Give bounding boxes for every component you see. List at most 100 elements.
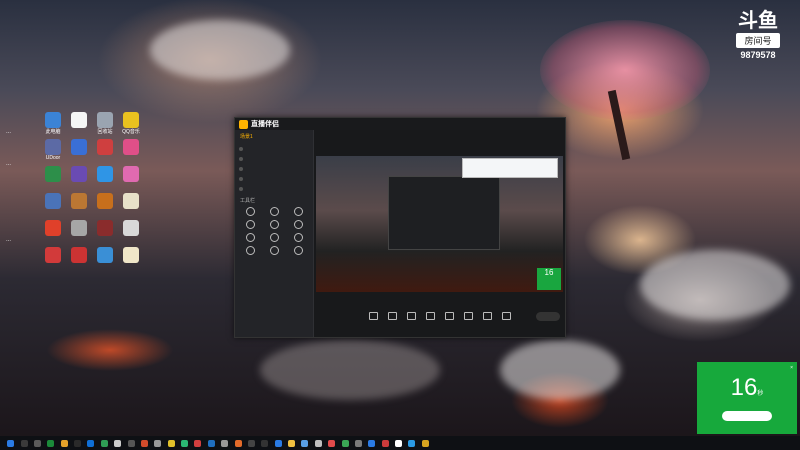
taskbar-app-icon[interactable] <box>167 439 175 447</box>
taskbar-app-icon[interactable] <box>247 439 255 447</box>
desktop-app-icon[interactable] <box>94 166 116 182</box>
scene-visibility-icon[interactable] <box>239 187 243 191</box>
scene-visibility-icon[interactable] <box>239 147 243 151</box>
desktop-app-icon[interactable] <box>42 193 64 209</box>
tool-item[interactable] <box>286 220 310 230</box>
toolbar-button[interactable] <box>368 311 378 321</box>
taskbar-app-icon[interactable] <box>368 439 376 447</box>
taskbar-app-icon[interactable] <box>381 439 389 447</box>
toolbar-button[interactable] <box>406 311 416 321</box>
app-icon-glyph <box>123 247 139 263</box>
tool-item[interactable] <box>286 207 310 217</box>
desktop-app-icon[interactable] <box>68 220 90 236</box>
taskbar-app-icon[interactable] <box>154 439 162 447</box>
taskbar-app-icon[interactable] <box>20 439 28 447</box>
taskbar-app-icon[interactable] <box>7 439 15 447</box>
toolbar-button[interactable] <box>463 311 473 321</box>
desktop-app-icon[interactable] <box>120 247 142 263</box>
tool-item[interactable] <box>262 220 286 230</box>
taskbar-app-icon[interactable] <box>341 439 349 447</box>
toolbar-button[interactable] <box>425 311 435 321</box>
desktop-app-icon[interactable] <box>68 139 90 155</box>
desktop-app-icon[interactable]: 回收站 <box>94 112 116 135</box>
taskbar-app-icon[interactable] <box>314 439 322 447</box>
scene-item[interactable] <box>239 145 309 153</box>
desktop-app-icon[interactable] <box>120 220 142 236</box>
tool-item[interactable] <box>262 233 286 243</box>
taskbar-app-icon[interactable] <box>127 439 135 447</box>
desktop-app-icon[interactable]: UDoor <box>42 139 64 161</box>
toolbar-button[interactable] <box>501 311 511 321</box>
toolbar-button[interactable] <box>482 311 492 321</box>
scene-item[interactable] <box>239 175 309 183</box>
taskbar-app-icon[interactable] <box>221 439 229 447</box>
taskbar-app-icon[interactable] <box>288 439 296 447</box>
taskbar-app-icon[interactable] <box>261 439 269 447</box>
tab-scene-1[interactable]: 场景1 <box>240 133 253 140</box>
scene-item[interactable] <box>239 165 309 173</box>
streaming-app-window[interactable]: 直播伴侣 场景1 工具栏 16 <box>234 117 566 338</box>
desktop-app-icon[interactable] <box>68 166 90 182</box>
taskbar-app-icon[interactable] <box>274 439 282 447</box>
go-live-button[interactable] <box>536 312 560 321</box>
desktop-app-icon[interactable] <box>94 139 116 155</box>
toolbar-button[interactable] <box>387 311 397 321</box>
taskbar-app-icon[interactable] <box>114 439 122 447</box>
app-titlebar[interactable]: 直播伴侣 <box>235 118 565 130</box>
tool-item[interactable] <box>286 233 310 243</box>
taskbar-app-icon[interactable] <box>408 439 416 447</box>
tools-grid <box>235 207 313 256</box>
taskbar-app-icon[interactable] <box>301 439 309 447</box>
preview-mini-timer: 16 <box>537 268 561 290</box>
desktop-app-icon[interactable] <box>68 112 90 128</box>
taskbar-app-icon[interactable] <box>140 439 148 447</box>
tool-item[interactable] <box>262 207 286 217</box>
taskbar-app-icon[interactable] <box>328 439 336 447</box>
scene-visibility-icon[interactable] <box>239 157 243 161</box>
desktop-app-icon[interactable] <box>120 193 142 209</box>
desktop-app-icon[interactable]: 此电脑 <box>42 112 64 135</box>
desktop-app-icon[interactable] <box>120 139 142 155</box>
tool-item[interactable] <box>238 220 262 230</box>
app-icon-glyph <box>71 166 87 182</box>
tool-item[interactable] <box>238 246 262 256</box>
taskbar-app-icon[interactable] <box>207 439 215 447</box>
taskbar-app-icon[interactable] <box>87 439 95 447</box>
taskbar-app-icon[interactable] <box>181 439 189 447</box>
desktop-app-icon[interactable] <box>42 166 64 182</box>
desktop-app-icon[interactable] <box>68 247 90 263</box>
tool-item[interactable] <box>238 207 262 217</box>
taskbar-app-icon[interactable] <box>354 439 362 447</box>
desktop-app-icon[interactable] <box>120 166 142 182</box>
taskbar-app-icon[interactable] <box>421 439 429 447</box>
taskbar-app-icon[interactable] <box>234 439 242 447</box>
countdown-action-button[interactable] <box>722 411 772 421</box>
tool-item[interactable] <box>262 246 286 256</box>
scene-visibility-icon[interactable] <box>239 167 243 171</box>
scene-item[interactable] <box>239 155 309 163</box>
toolbar-button[interactable] <box>444 311 454 321</box>
desktop-app-icon[interactable] <box>94 193 116 209</box>
scene-visibility-icon[interactable] <box>239 177 243 181</box>
desktop-app-icon[interactable] <box>42 220 64 236</box>
desktop-app-icon[interactable] <box>94 247 116 263</box>
taskbar-app-icon[interactable] <box>33 439 41 447</box>
desktop-app-icon[interactable] <box>42 247 64 263</box>
taskbar-app-icon[interactable] <box>100 439 108 447</box>
tool-item[interactable] <box>286 246 310 256</box>
desktop-app-icon[interactable] <box>94 220 116 236</box>
taskbar-app-icon[interactable] <box>74 439 82 447</box>
close-icon[interactable]: × <box>790 365 793 371</box>
scene-tabs: 场景1 <box>235 130 313 143</box>
tool-item[interactable] <box>238 233 262 243</box>
scene-item[interactable] <box>239 185 309 193</box>
app-icon-glyph <box>97 166 113 182</box>
taskbar-app-icon[interactable] <box>60 439 68 447</box>
desktop-app-icon[interactable] <box>68 193 90 209</box>
taskbar-app-icon[interactable] <box>194 439 202 447</box>
taskbar-app-icon[interactable] <box>47 439 55 447</box>
tool-icon <box>269 220 279 229</box>
countdown-unit: 秒 <box>757 391 764 397</box>
desktop-app-icon[interactable]: QQ音乐 <box>120 112 142 135</box>
taskbar-app-icon[interactable] <box>395 439 403 447</box>
